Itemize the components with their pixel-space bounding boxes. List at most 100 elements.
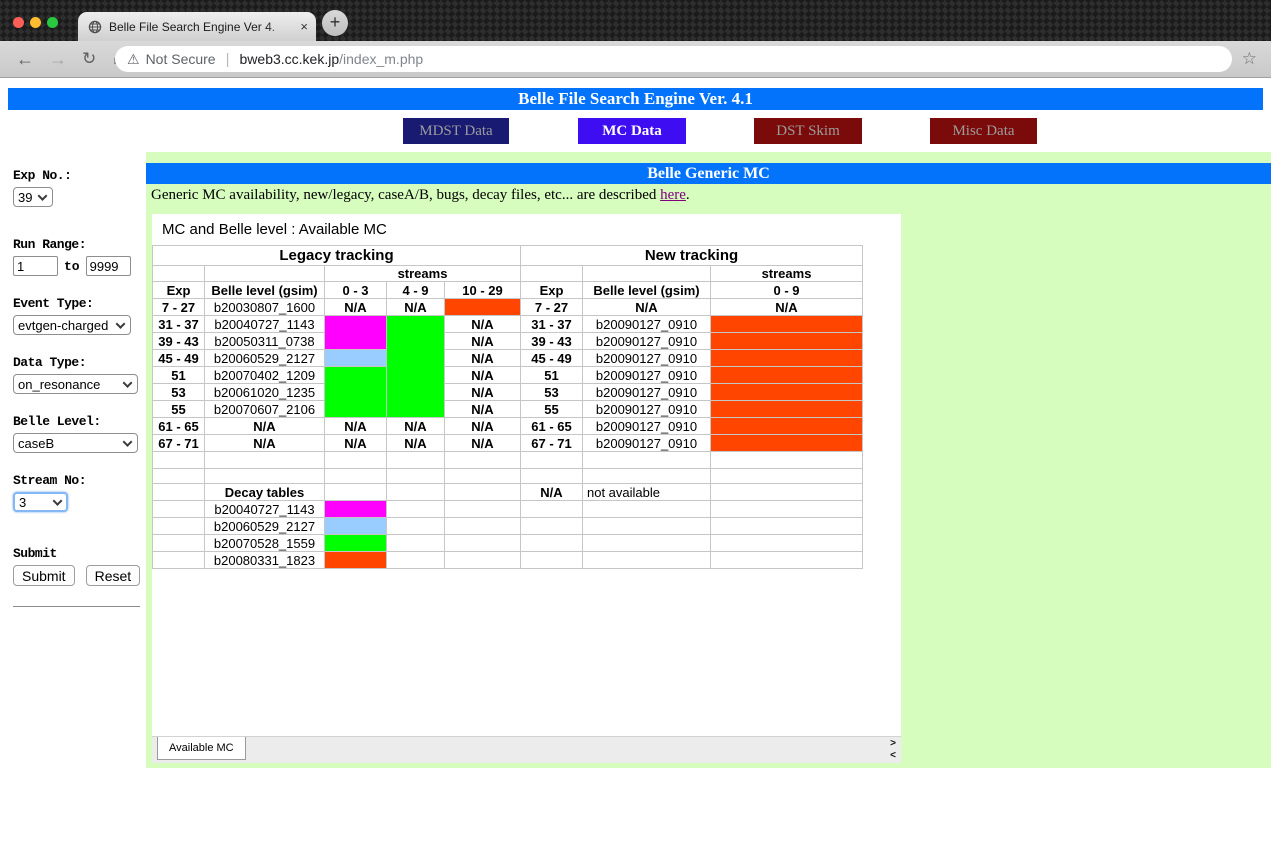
table-cell: b20030807_1600 — [205, 299, 325, 316]
availability-table: Legacy trackingNew trackingstreamsstream… — [152, 245, 863, 569]
table-cell: 7 - 27 — [521, 299, 583, 316]
tab-close-icon[interactable]: × — [300, 19, 308, 34]
belle-level-label: Belle Level: — [13, 414, 146, 429]
table-cell-empty — [153, 484, 205, 501]
here-link[interactable]: here — [660, 187, 686, 203]
table-cell: streams — [711, 266, 863, 282]
table-cell-empty — [325, 452, 387, 469]
table-cell-empty — [583, 469, 711, 484]
table-cell: b20090127_0910 — [583, 333, 711, 350]
table-cell-empty — [387, 452, 445, 469]
table-cell: N/A — [325, 418, 387, 435]
table-cell: N/A — [325, 299, 387, 316]
table-cell: 61 - 65 — [153, 418, 205, 435]
nav-dst-skim[interactable]: DST Skim — [754, 118, 862, 144]
table-cell: 7 - 27 — [153, 299, 205, 316]
reload-button[interactable]: ↻ — [82, 49, 96, 69]
table-cell-empty — [521, 535, 583, 552]
table-cell-empty — [153, 501, 205, 518]
table-cell-empty — [153, 452, 205, 469]
table-cell: N/A — [205, 435, 325, 452]
table-cell: b20090127_0910 — [583, 316, 711, 333]
table-cell: Exp — [153, 282, 205, 299]
scroll-right-arrow[interactable]: > — [890, 738, 896, 750]
available-mc-tab[interactable]: Available MC — [157, 737, 246, 760]
run-to-input[interactable] — [86, 256, 131, 276]
table-cell: b20040727_1143 — [205, 501, 325, 518]
table-cell-empty — [445, 518, 521, 535]
globe-icon — [88, 20, 102, 34]
run-from-input[interactable] — [13, 256, 58, 276]
description-suffix: . — [686, 187, 690, 203]
submit-button[interactable]: Submit — [13, 565, 75, 586]
event-type-select[interactable]: evtgen-charged — [13, 315, 131, 335]
address-bar[interactable]: ⚠ Not Secure | bweb3.cc.kek.jp /index_m.… — [115, 46, 1232, 72]
table-cell: 53 — [521, 384, 583, 401]
table-cell-empty — [711, 469, 863, 484]
table-cell-empty — [153, 552, 205, 569]
data-type-label: Data Type: — [13, 355, 146, 370]
scroll-left-arrow[interactable]: < — [890, 750, 896, 762]
table-cell: New tracking — [521, 246, 863, 266]
table-cell: b20080331_1823 — [205, 552, 325, 569]
nav-mdst-data[interactable]: MDST Data — [403, 118, 509, 144]
table-cell: 4 - 9 — [387, 282, 445, 299]
availability-swatch-cell — [711, 316, 863, 333]
new-tab-button[interactable]: + — [322, 10, 348, 36]
availability-swatch-cell — [325, 552, 387, 569]
table-cell: b20070607_2106 — [205, 401, 325, 418]
availability-swatch-cell — [387, 316, 445, 418]
table-cell: N/A — [445, 316, 521, 333]
nav-misc-data[interactable]: Misc Data — [930, 118, 1037, 144]
table-cell: b20090127_0910 — [583, 367, 711, 384]
table-cell: b20090127_0910 — [583, 435, 711, 452]
bookmark-star-icon[interactable]: ☆ — [1242, 49, 1257, 69]
table-cell-empty — [583, 501, 711, 518]
table-cell-empty — [521, 266, 583, 282]
browser-tab[interactable]: Belle File Search Engine Ver 4. × — [78, 12, 316, 41]
back-button[interactable]: ← — [16, 49, 34, 69]
table-cell: N/A — [387, 418, 445, 435]
stream-no-label: Stream No: — [13, 473, 146, 488]
belle-level-select[interactable]: caseB — [13, 433, 138, 453]
availability-swatch-cell — [711, 350, 863, 367]
table-cell: 0 - 3 — [325, 282, 387, 299]
reset-button[interactable]: Reset — [86, 565, 141, 586]
table-cell-empty — [521, 469, 583, 484]
description-prefix: Generic MC availability, new/legacy, cas… — [151, 187, 660, 203]
table-cell: N/A — [387, 435, 445, 452]
table-cell: b20090127_0910 — [583, 350, 711, 367]
panel-title: MC and Belle level : Available MC — [152, 214, 901, 245]
table-cell: b20050311_0738 — [205, 333, 325, 350]
table-cell: 31 - 37 — [153, 316, 205, 333]
availability-swatch-cell — [711, 333, 863, 350]
tab-scroll-arrows: > < — [890, 738, 896, 762]
close-window-button[interactable] — [13, 17, 24, 28]
exp-no-label: Exp No.: — [13, 168, 146, 183]
nav-mc-data[interactable]: MC Data — [578, 118, 686, 144]
availability-swatch-cell — [325, 316, 387, 350]
table-cell-empty — [445, 552, 521, 569]
to-label: to — [64, 259, 80, 274]
table-cell-empty — [711, 484, 863, 501]
data-type-select[interactable]: on_resonance — [13, 374, 138, 394]
table-cell-empty — [711, 535, 863, 552]
table-cell: N/A — [387, 299, 445, 316]
stream-no-select[interactable]: 3 — [13, 492, 68, 512]
table-cell: N/A — [445, 401, 521, 418]
table-cell-empty — [711, 552, 863, 569]
table-cell: N/A — [445, 350, 521, 367]
table-cell: 10 - 29 — [445, 282, 521, 299]
zoom-window-button[interactable] — [47, 17, 58, 28]
table-cell: 45 - 49 — [521, 350, 583, 367]
minimize-window-button[interactable] — [30, 17, 41, 28]
table-cell: 51 — [521, 367, 583, 384]
warning-icon: ⚠ — [127, 51, 140, 68]
table-cell-empty — [711, 452, 863, 469]
data-nav: MDST Data MC Data DST Skim Misc Data — [0, 118, 1271, 144]
forward-button[interactable]: → — [49, 49, 67, 69]
table-cell: Belle level (gsim) — [583, 282, 711, 299]
exp-no-select[interactable]: 39 — [13, 187, 53, 207]
table-cell-empty — [205, 266, 325, 282]
table-cell: N/A — [583, 299, 711, 316]
